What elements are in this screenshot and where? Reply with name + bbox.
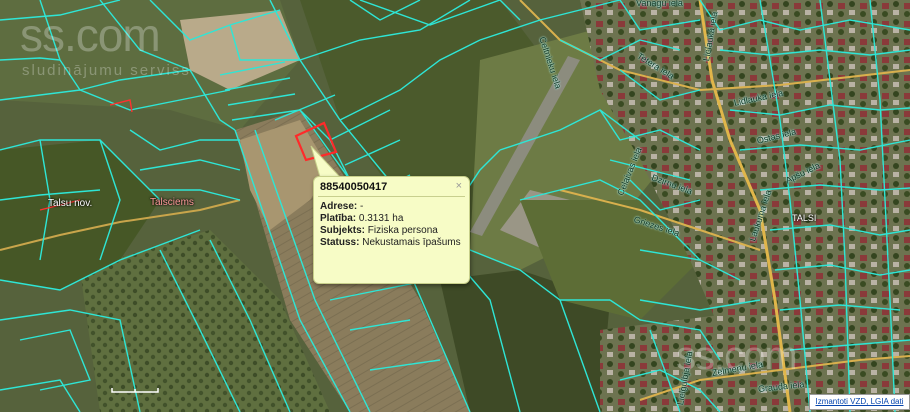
data-credit-link[interactable]: Izmantoti VZD, LGIA dati — [809, 394, 910, 410]
popup-row-status: Statuss: Nekustamais īpašums — [320, 237, 466, 249]
popup-row-address: Adrese: - — [320, 201, 466, 213]
street-label-vanagu: Vanagu iela — [636, 0, 683, 8]
popup-area-value: 0.3131 ha — [358, 213, 404, 224]
popup-status-value: Nekustamais īpašums — [362, 237, 461, 248]
popup-subject-value: Fiziska persona — [367, 225, 438, 236]
popup-title: 88540050417 — [320, 181, 388, 193]
popup-row-area: Platība: 0.3131 ha — [320, 213, 466, 225]
close-icon[interactable]: × — [456, 180, 462, 192]
popup-area-label: Platība: — [320, 213, 357, 224]
place-label-talsu-nov: Talsu nov. — [48, 198, 93, 209]
parcel-info-popup: 88540050417 × Adrese: - Platība: 0.3131 … — [313, 176, 470, 284]
watermark-brand: ss.com — [20, 9, 161, 61]
watermark-tagline: sludinājumu serviss — [22, 62, 191, 79]
popup-row-subject: Subjekts: Fiziska persona — [320, 225, 466, 237]
popup-subject-label: Subjekts: — [320, 225, 366, 236]
popup-address-label: Adrese: — [320, 201, 358, 212]
popup-status-label: Statuss: — [320, 237, 360, 248]
popup-divider — [318, 196, 465, 197]
place-label-talsciems: Talsciems — [150, 197, 194, 208]
place-label-talsi: TALSI — [792, 213, 817, 223]
popup-address-value: - — [360, 201, 364, 212]
